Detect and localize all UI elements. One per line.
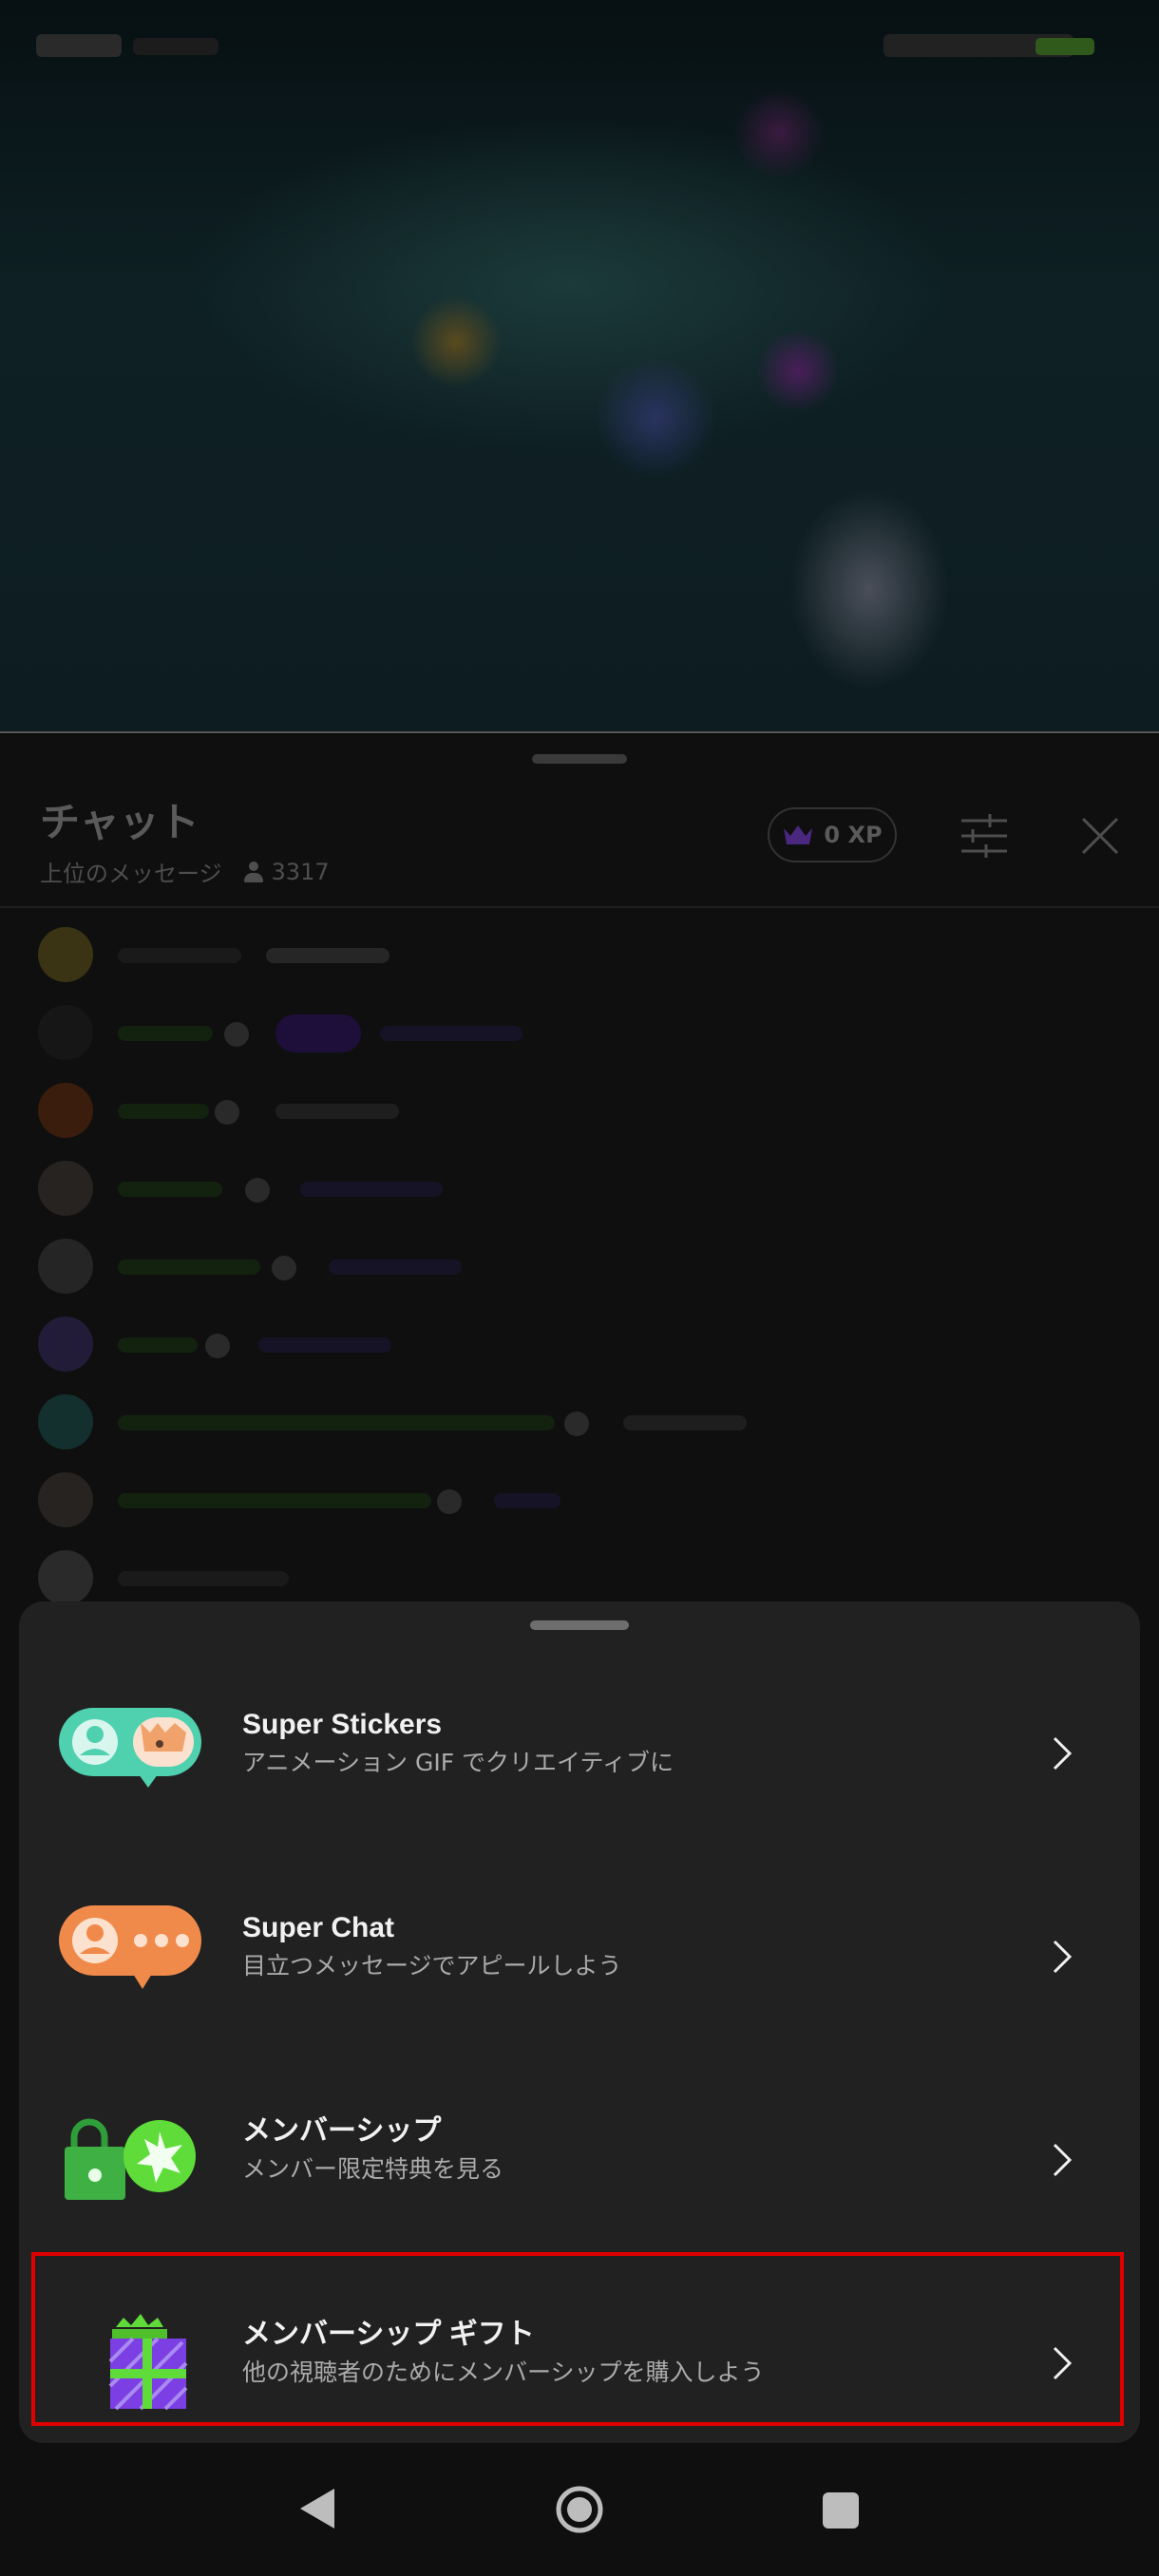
system-nav-bar [0, 2451, 1159, 2576]
viewer-count: 3317 [241, 859, 330, 885]
avatar [38, 1161, 93, 1216]
chat-message-list [0, 918, 1159, 1619]
message-text [266, 948, 390, 963]
message-text [300, 1182, 443, 1197]
gift-membership-text: メンバーシップ ギフト 他の視聴者のためにメンバーシップを購入しよう [242, 2316, 765, 2390]
gift-membership-description: 他の視聴者のためにメンバーシップを購入しよう [242, 2358, 765, 2386]
chat-message [0, 1073, 1159, 1151]
super-stickers-title: Super Stickers [242, 1709, 443, 1740]
message-author [118, 948, 241, 963]
membership-text: メンバーシップ メンバー限定特典を見る [242, 2112, 504, 2187]
chat-message [0, 1463, 1159, 1541]
super-chat-item[interactable]: Super Chat 目立つメッセージでアピールしよう [19, 1856, 1140, 2059]
member-badge [215, 1100, 239, 1125]
message-text [258, 1337, 391, 1353]
super-chat-icon [59, 1905, 201, 1989]
status-time [36, 34, 122, 57]
message-author [118, 1026, 213, 1041]
viewer-count-value: 3317 [271, 858, 330, 885]
member-badge [224, 1022, 249, 1047]
membership-description: メンバー限定特典を見る [242, 2155, 504, 2183]
gift-membership-title: メンバーシップ ギフト [242, 2319, 535, 2350]
chat-subtitle: 上位のメッセージ 3317 [40, 855, 330, 888]
super-sticker [276, 1014, 361, 1052]
back-icon[interactable] [296, 2485, 338, 2532]
message-author [118, 1260, 260, 1275]
message-author [118, 1182, 222, 1197]
message-author [118, 1104, 209, 1119]
membership-item[interactable]: メンバーシップ メンバー限定特典を見る [19, 2059, 1140, 2263]
chat-message [0, 918, 1159, 995]
super-stickers-text: Super Stickers アニメーション GIF でクリエイティブに [242, 1706, 674, 1780]
chat-drag-handle[interactable] [532, 754, 627, 764]
xp-button[interactable]: 0 XP [768, 807, 897, 862]
status-notification-icons [133, 38, 218, 55]
membership-icon [65, 2118, 196, 2200]
chat-message [0, 1151, 1159, 1229]
crown-icon [784, 825, 813, 844]
chat-mode-label[interactable]: 上位のメッセージ [40, 855, 222, 888]
avatar [38, 1550, 93, 1605]
close-icon[interactable] [1077, 813, 1123, 859]
recents-icon[interactable] [823, 2492, 859, 2529]
chevron-right-icon [1053, 2143, 1073, 2177]
member-badge [272, 1256, 296, 1280]
avatar [38, 1316, 93, 1372]
chat-title: チャット [40, 799, 200, 845]
super-stickers-icon [59, 1708, 201, 1788]
message-text [329, 1260, 462, 1275]
super-chat-title: Super Chat [242, 1912, 395, 1943]
message-author [118, 1493, 431, 1508]
chat-message [0, 1385, 1159, 1463]
super-stickers-item[interactable]: Super Stickers アニメーション GIF でクリエイティブに [19, 1653, 1140, 1856]
avatar [38, 927, 93, 982]
member-badge [437, 1489, 462, 1514]
message-author [118, 1415, 555, 1430]
avatar [38, 1239, 93, 1294]
chat-divider [0, 906, 1159, 908]
message-text [623, 1415, 747, 1430]
avatar [38, 1083, 93, 1138]
sheet-drag-handle[interactable] [530, 1620, 629, 1630]
gift-membership-icon [108, 2314, 188, 2411]
battery-icon [1036, 38, 1094, 55]
member-badge [564, 1411, 589, 1436]
gift-membership-item[interactable]: メンバーシップ ギフト 他の視聴者のためにメンバーシップを購入しよう [19, 2263, 1140, 2466]
tune-icon[interactable] [960, 813, 1009, 859]
member-badge [205, 1334, 230, 1358]
video-player[interactable] [0, 0, 1159, 733]
avatar [38, 1394, 93, 1449]
home-icon[interactable] [555, 2485, 604, 2534]
message-text [276, 1104, 399, 1119]
chevron-right-icon [1053, 1940, 1073, 1974]
chat-message [0, 995, 1159, 1073]
message-text [380, 1026, 522, 1041]
message-author [118, 1337, 198, 1353]
chevron-right-icon [1053, 1736, 1073, 1771]
chat-message [0, 1307, 1159, 1385]
avatar [38, 1472, 93, 1527]
chat-message [0, 1229, 1159, 1307]
super-chat-description: 目立つメッセージでアピールしよう [242, 1952, 622, 1979]
super-chat-text: Super Chat 目立つメッセージでアピールしよう [242, 1909, 622, 1983]
status-bar [0, 0, 1159, 95]
person-icon [241, 860, 266, 884]
chevron-right-icon [1053, 2346, 1073, 2380]
monetization-sheet: Super Stickers アニメーション GIF でクリエイティブに Sup… [19, 1601, 1140, 2443]
message-author [118, 1571, 289, 1586]
message-text [494, 1493, 560, 1508]
xp-label: 0 XP [824, 822, 883, 848]
member-badge [245, 1178, 270, 1203]
avatar [38, 1005, 93, 1060]
membership-title: メンバーシップ [242, 2115, 442, 2147]
super-stickers-description: アニメーション GIF でクリエイティブに [242, 1749, 674, 1776]
